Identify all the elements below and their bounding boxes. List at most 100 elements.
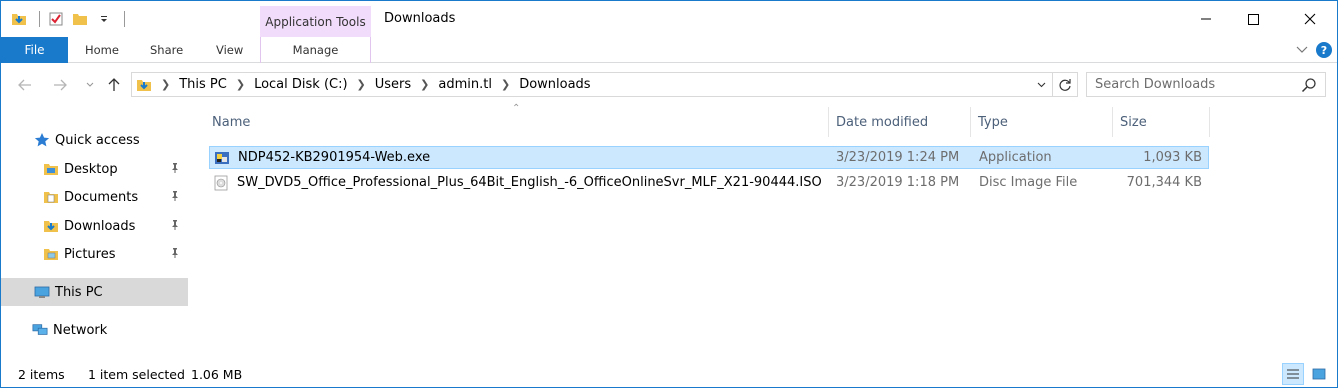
pin-icon[interactable] — [168, 246, 182, 260]
file-type: Application — [979, 150, 1052, 165]
title-bar: Application Tools Downloads — [1, 1, 1337, 37]
back-arrow-icon — [18, 79, 31, 91]
nav-desktop[interactable]: Desktop — [1, 155, 188, 183]
breadcrumb-this-pc[interactable]: This PC — [175, 77, 231, 92]
status-bar: 2 items 1 item selected 1.06 MB — [1, 363, 1337, 387]
tab-share[interactable]: Share — [150, 37, 183, 63]
nav-documents[interactable]: Documents — [1, 183, 188, 211]
disc-image-icon — [214, 175, 228, 191]
star-icon — [34, 132, 50, 148]
maximize-button[interactable] — [1230, 1, 1276, 37]
column-header-size[interactable]: Size — [1113, 107, 1210, 137]
tab-view[interactable]: View — [216, 37, 243, 63]
breadcrumb-separator[interactable]: ❯ — [231, 78, 250, 91]
chevron-down-icon — [86, 82, 94, 87]
tab-file[interactable]: File — [1, 37, 68, 63]
pin-icon[interactable] — [168, 189, 182, 203]
pin-icon[interactable] — [168, 161, 182, 175]
properties-icon[interactable] — [46, 9, 66, 29]
qat-separator — [124, 11, 125, 27]
breadcrumb-separator[interactable]: ❯ — [496, 78, 515, 91]
nav-label: Desktop — [64, 161, 118, 177]
explorer-window: Application Tools Downloads File Home Sh… — [0, 0, 1338, 388]
refresh-icon — [1059, 78, 1071, 91]
chevron-down-icon — [1037, 82, 1045, 87]
quick-access-toolbar — [9, 9, 131, 29]
forward-arrow-icon — [54, 79, 67, 91]
forward-button[interactable] — [51, 76, 69, 94]
breadcrumb-downloads[interactable]: Downloads — [515, 77, 594, 92]
expand-ribbon-button[interactable] — [1294, 42, 1310, 58]
breadcrumb-separator[interactable]: ❯ — [415, 78, 434, 91]
up-arrow-icon — [108, 78, 120, 91]
breadcrumb-admin[interactable]: admin.tl — [434, 77, 496, 92]
column-header-date-modified[interactable]: Date modified — [829, 107, 971, 137]
search-input[interactable] — [1087, 77, 1292, 92]
nav-label: Quick access — [55, 132, 140, 148]
chevron-down-icon — [1296, 46, 1308, 53]
file-list: ⌃ Name Date modified Type Size NDP452-KB… — [205, 103, 1325, 356]
tab-home[interactable]: Home — [85, 37, 119, 63]
file-name: NDP452-KB2901954-Web.exe — [238, 150, 431, 165]
nav-this-pc[interactable]: This PC — [1, 278, 188, 306]
help-button[interactable]: ? — [1316, 42, 1332, 58]
network-icon — [32, 322, 48, 338]
selection-count: 1 item selected — [88, 367, 185, 382]
nav-pictures[interactable]: Pictures — [1, 240, 188, 268]
breadcrumb-local-disk[interactable]: Local Disk (C:) — [250, 77, 351, 92]
pictures-folder-icon — [43, 246, 59, 262]
selection-size: 1.06 MB — [191, 367, 243, 382]
breadcrumb-users[interactable]: Users — [371, 77, 415, 92]
minimize-icon — [1201, 18, 1211, 20]
up-button[interactable] — [105, 76, 123, 94]
nav-label: Pictures — [64, 246, 116, 262]
item-count: 2 items — [18, 367, 65, 382]
nav-network[interactable]: Network — [1, 316, 188, 344]
file-date: 3/23/2019 1:24 PM — [836, 150, 960, 165]
new-folder-icon[interactable] — [70, 9, 90, 29]
pin-icon[interactable] — [168, 218, 182, 232]
large-icons-view-icon — [1312, 368, 1326, 380]
nav-label: This PC — [55, 284, 103, 300]
file-type: Disc Image File — [979, 175, 1078, 190]
address-history-button[interactable] — [1031, 73, 1051, 96]
qat-separator — [39, 11, 40, 27]
nav-label: Downloads — [64, 218, 136, 234]
nav-label: Network — [53, 322, 108, 338]
desktop-folder-icon — [43, 161, 59, 177]
downloads-folder-icon — [9, 9, 29, 29]
minimize-button[interactable] — [1183, 1, 1229, 37]
file-row[interactable]: NDP452-KB2901954-Web.exe 3/23/2019 1:24 … — [209, 146, 1209, 169]
maximize-icon — [1247, 13, 1259, 25]
nav-downloads[interactable]: Downloads — [1, 212, 188, 240]
close-button[interactable] — [1287, 1, 1333, 37]
search-icon — [1301, 78, 1316, 93]
computer-icon — [34, 284, 50, 300]
refresh-button[interactable] — [1052, 73, 1077, 96]
navigation-pane: Quick access Desktop Documents Downloads… — [1, 106, 188, 356]
details-view-button[interactable] — [1282, 363, 1304, 385]
back-button[interactable] — [16, 76, 34, 94]
address-row: ❯ This PC ❯ Local Disk (C:) ❯ Users ❯ ad… — [1, 64, 1337, 106]
customize-qat-icon[interactable] — [94, 9, 114, 29]
file-size: 1,093 KB — [1143, 150, 1202, 165]
breadcrumb-separator[interactable]: ❯ — [156, 78, 175, 91]
file-size: 701,344 KB — [1126, 175, 1202, 190]
address-bar[interactable]: ❯ This PC ❯ Local Disk (C:) ❯ Users ❯ ad… — [131, 72, 1078, 97]
nav-quick-access[interactable]: Quick access — [1, 126, 188, 154]
window-title: Downloads — [384, 11, 456, 26]
recent-locations-button[interactable] — [81, 76, 99, 94]
file-date: 3/23/2019 1:18 PM — [836, 175, 960, 190]
downloads-folder-icon — [43, 218, 59, 234]
breadcrumb-separator[interactable]: ❯ — [352, 78, 371, 91]
details-view-icon — [1287, 369, 1299, 379]
ribbon-tabs: File Home Share View Manage ? — [1, 37, 1337, 63]
close-icon — [1304, 13, 1316, 25]
downloads-folder-icon — [132, 73, 156, 96]
file-row[interactable]: SW_DVD5_Office_Professional_Plus_64Bit_E… — [209, 172, 1209, 195]
large-icons-view-button[interactable] — [1308, 363, 1330, 385]
search-box[interactable] — [1086, 72, 1326, 97]
column-header-type[interactable]: Type — [971, 107, 1113, 137]
tab-manage[interactable]: Manage — [260, 37, 371, 63]
column-header-name[interactable]: Name — [205, 107, 829, 137]
